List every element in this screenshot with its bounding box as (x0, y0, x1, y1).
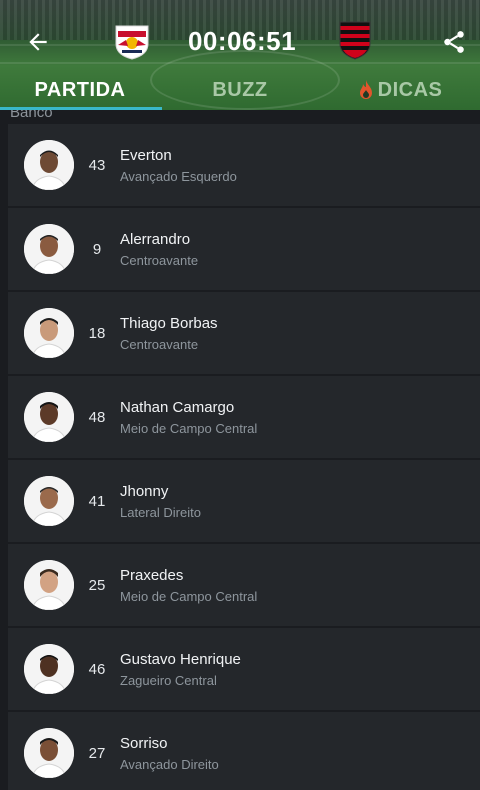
player-position: Zagueiro Central (120, 672, 217, 688)
tab-label: DICAS (377, 78, 443, 101)
player-avatar (24, 392, 74, 442)
share-button[interactable] (438, 26, 470, 58)
player-name: Jhonny (120, 482, 169, 500)
tab-partida[interactable]: PARTIDA (0, 70, 160, 110)
player-row[interactable]: 43 Everton Avançado Esquerdo (8, 124, 480, 206)
back-button[interactable] (22, 26, 54, 58)
player-avatar (24, 224, 74, 274)
player-position: Meio de Campo Central (120, 420, 258, 436)
bench-player-list[interactable]: Banco 43 Everton Avançado Esquerdo 9 Ale… (0, 110, 480, 790)
player-position: Centroavante (120, 252, 199, 268)
player-number: 25 (88, 576, 106, 594)
player-number: 48 (88, 408, 106, 426)
player-avatar (24, 644, 74, 694)
player-position: Avançado Esquerdo (120, 168, 237, 184)
player-avatar (24, 560, 74, 610)
tab-label: PARTIDA (34, 78, 126, 101)
player-number: 9 (92, 240, 102, 258)
player-position: Lateral Direito (120, 504, 201, 520)
player-name: Gustavo Henrique (120, 650, 241, 668)
match-clock: 00:06:51 (187, 26, 297, 56)
match-tabs: PARTIDA BUZZ DICAS (0, 70, 480, 110)
player-position: Meio de Campo Central (120, 588, 258, 604)
tab-dicas[interactable]: DICAS (320, 70, 480, 110)
match-header: 00:06:51 PARTIDA BUZZ DICAS (0, 0, 480, 110)
player-number: 43 (88, 156, 106, 174)
tab-buzz[interactable]: BUZZ (160, 70, 320, 110)
player-name: Praxedes (120, 566, 184, 584)
player-row[interactable]: 41 Jhonny Lateral Direito (8, 460, 480, 542)
player-position: Centroavante (120, 336, 199, 352)
player-number: 46 (88, 660, 106, 678)
player-avatar (24, 308, 74, 358)
player-avatar (24, 140, 74, 190)
player-number: 41 (88, 492, 106, 510)
flamengo-crest-icon[interactable] (338, 20, 372, 60)
section-label: Banco (10, 110, 53, 121)
player-number: 18 (88, 324, 106, 342)
player-name: Everton (120, 146, 172, 164)
player-name: Alerrandro (120, 230, 191, 248)
fire-icon (358, 80, 374, 100)
player-row[interactable]: 27 Sorriso Avançado Direito (8, 712, 480, 790)
player-row[interactable]: 48 Nathan Camargo Meio de Campo Central (8, 376, 480, 458)
player-position: Avançado Direito (120, 756, 219, 772)
player-row[interactable]: 46 Gustavo Henrique Zagueiro Central (8, 628, 480, 710)
player-number: 27 (88, 744, 106, 762)
player-name: Nathan Camargo (120, 398, 235, 416)
player-row[interactable]: 18 Thiago Borbas Centroavante (8, 292, 480, 374)
tab-label: BUZZ (212, 78, 268, 101)
player-avatar (24, 476, 74, 526)
red-bull-bragantino-crest-icon[interactable] (112, 22, 152, 60)
player-name: Sorriso (120, 734, 168, 752)
player-row[interactable]: 9 Alerrandro Centroavante (8, 208, 480, 290)
player-name: Thiago Borbas (120, 314, 218, 332)
player-avatar (24, 728, 74, 778)
share-icon (444, 31, 464, 53)
arrow-left-icon (29, 33, 47, 51)
player-row[interactable]: 25 Praxedes Meio de Campo Central (8, 544, 480, 626)
